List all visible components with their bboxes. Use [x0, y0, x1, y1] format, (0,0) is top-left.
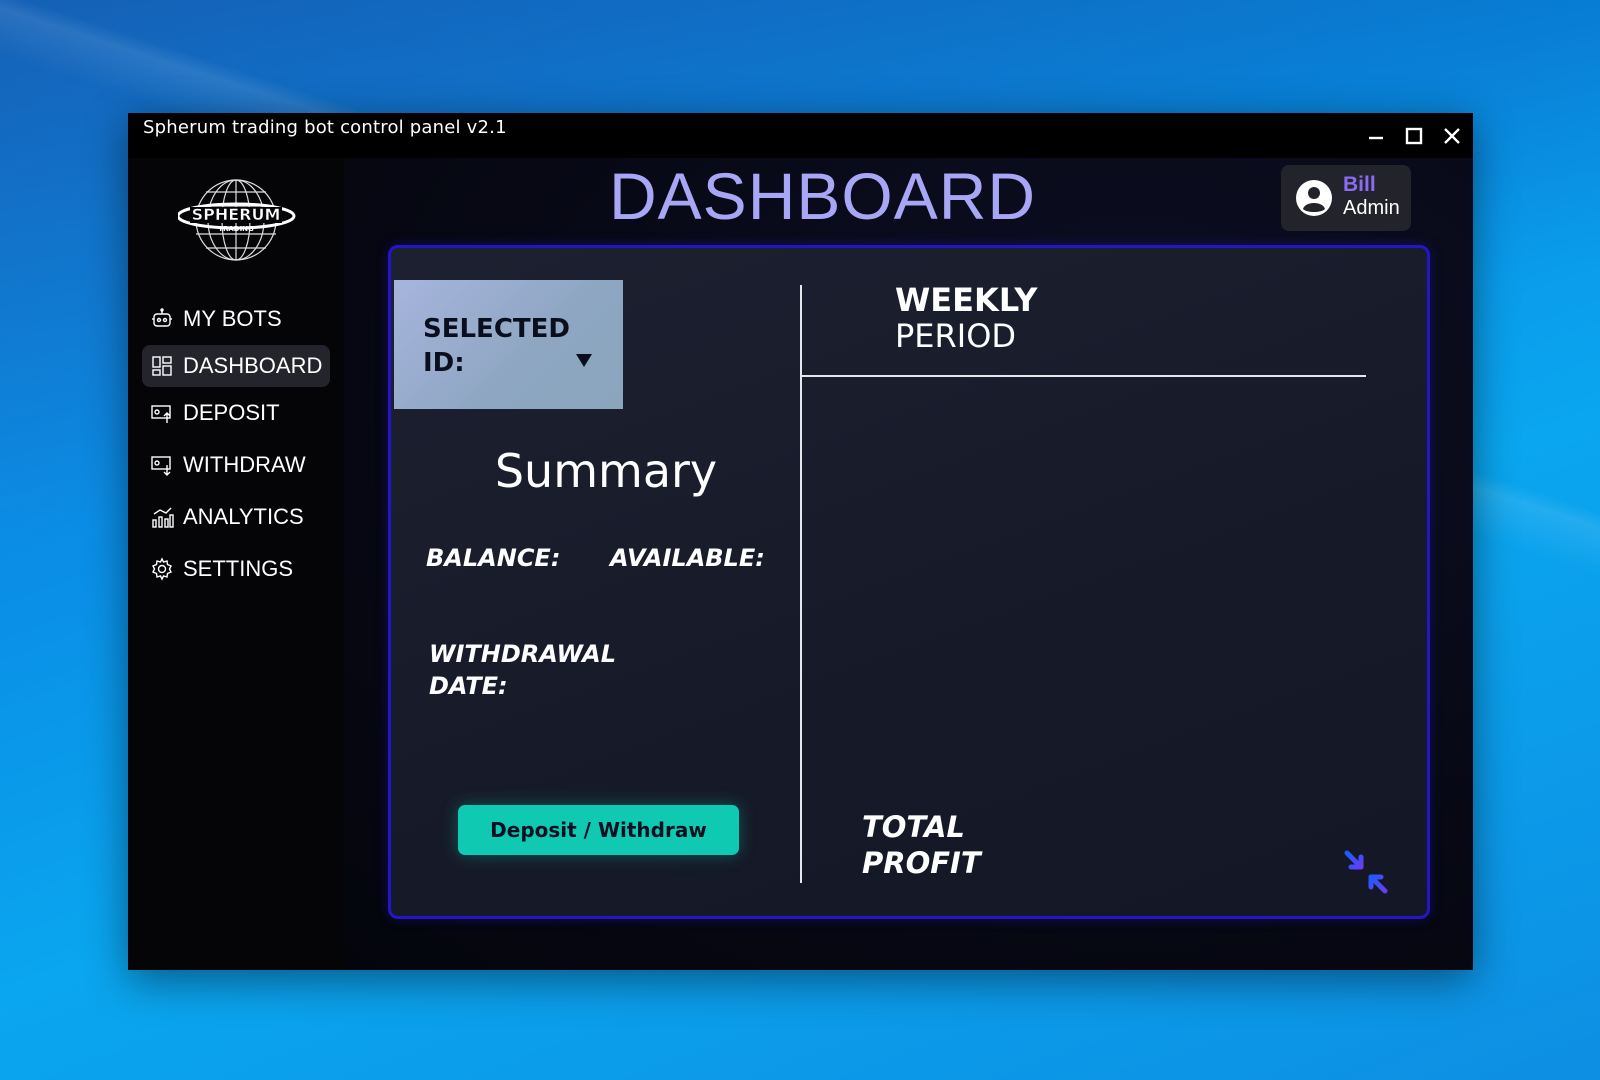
selected-id-dropdown[interactable]: SELECTED ID:	[394, 280, 623, 409]
selected-id-label: SELECTED ID:	[423, 314, 570, 378]
page-title: DASHBOARD	[609, 159, 1037, 233]
period-line1: WEEKLY	[895, 281, 1038, 319]
sidebar-item-dashboard[interactable]: DASHBOARD	[142, 345, 330, 387]
close-button[interactable]	[1437, 121, 1467, 151]
period-selector[interactable]: WEEKLY PERIOD	[895, 282, 1037, 354]
svg-text:SPHERUM: SPHERUM	[192, 205, 281, 224]
minimize-button[interactable]	[1361, 121, 1391, 151]
sidebar-item-label: ANALYTICS	[183, 504, 304, 529]
close-icon	[1444, 128, 1460, 144]
sidebar: SPHERUM TRADING MY BOTS DASHBOARD DEPOSI…	[128, 158, 344, 970]
dashboard-icon	[149, 353, 175, 379]
sidebar-item-my-bots[interactable]: MY BOTS	[142, 298, 330, 340]
maximize-icon	[1405, 127, 1423, 145]
withdrawal-date-label: WITHDRAWAL DATE:	[429, 640, 617, 700]
robot-icon	[149, 306, 175, 332]
total-profit-label: TOTAL PROFIT	[862, 810, 981, 880]
deposit-icon	[149, 400, 175, 426]
sidebar-item-label: MY BOTS	[183, 306, 282, 331]
caret-down-icon	[574, 350, 594, 370]
horizontal-divider	[800, 375, 1366, 377]
app-window: Spherum trading bot control panel v2.1 S…	[128, 113, 1473, 970]
sidebar-item-label: DEPOSIT	[183, 400, 280, 425]
collapse-arrows-icon[interactable]	[1343, 849, 1389, 895]
spherum-logo: SPHERUM TRADING	[176, 176, 298, 266]
sidebar-item-deposit[interactable]: DEPOSIT	[142, 392, 330, 434]
period-line2: PERIOD	[895, 317, 1017, 355]
sidebar-item-label: SETTINGS	[183, 556, 294, 581]
main-content: DASHBOARD Bill Admin SELECTED ID: Summar…	[344, 158, 1473, 970]
analytics-icon	[149, 504, 175, 530]
sidebar-item-analytics[interactable]: ANALYTICS	[142, 496, 330, 538]
svg-text:TRADING: TRADING	[218, 225, 254, 233]
user-avatar-icon	[1295, 179, 1333, 217]
sidebar-item-label: DASHBOARD	[183, 353, 323, 378]
withdraw-icon	[149, 452, 175, 478]
title-bar: Spherum trading bot control panel v2.1	[128, 113, 1473, 158]
summary-title: Summary	[494, 444, 718, 498]
user-badge[interactable]: Bill Admin	[1281, 165, 1411, 231]
maximize-button[interactable]	[1399, 121, 1429, 151]
window-title: Spherum trading bot control panel v2.1	[143, 117, 507, 138]
dashboard-panel: SELECTED ID: Summary BALANCE: AVAILABLE:…	[388, 245, 1430, 919]
gear-icon	[149, 556, 175, 582]
balance-label: BALANCE:	[426, 544, 561, 572]
sidebar-item-withdraw[interactable]: WITHDRAW	[142, 444, 330, 486]
deposit-withdraw-button[interactable]: Deposit / Withdraw	[458, 805, 739, 855]
user-name: Bill	[1343, 173, 1376, 196]
sidebar-item-label: WITHDRAW	[183, 452, 306, 477]
sidebar-item-settings[interactable]: SETTINGS	[142, 548, 330, 590]
user-role: Admin	[1343, 197, 1400, 219]
minimize-icon	[1369, 136, 1383, 140]
available-label: AVAILABLE:	[610, 544, 765, 572]
